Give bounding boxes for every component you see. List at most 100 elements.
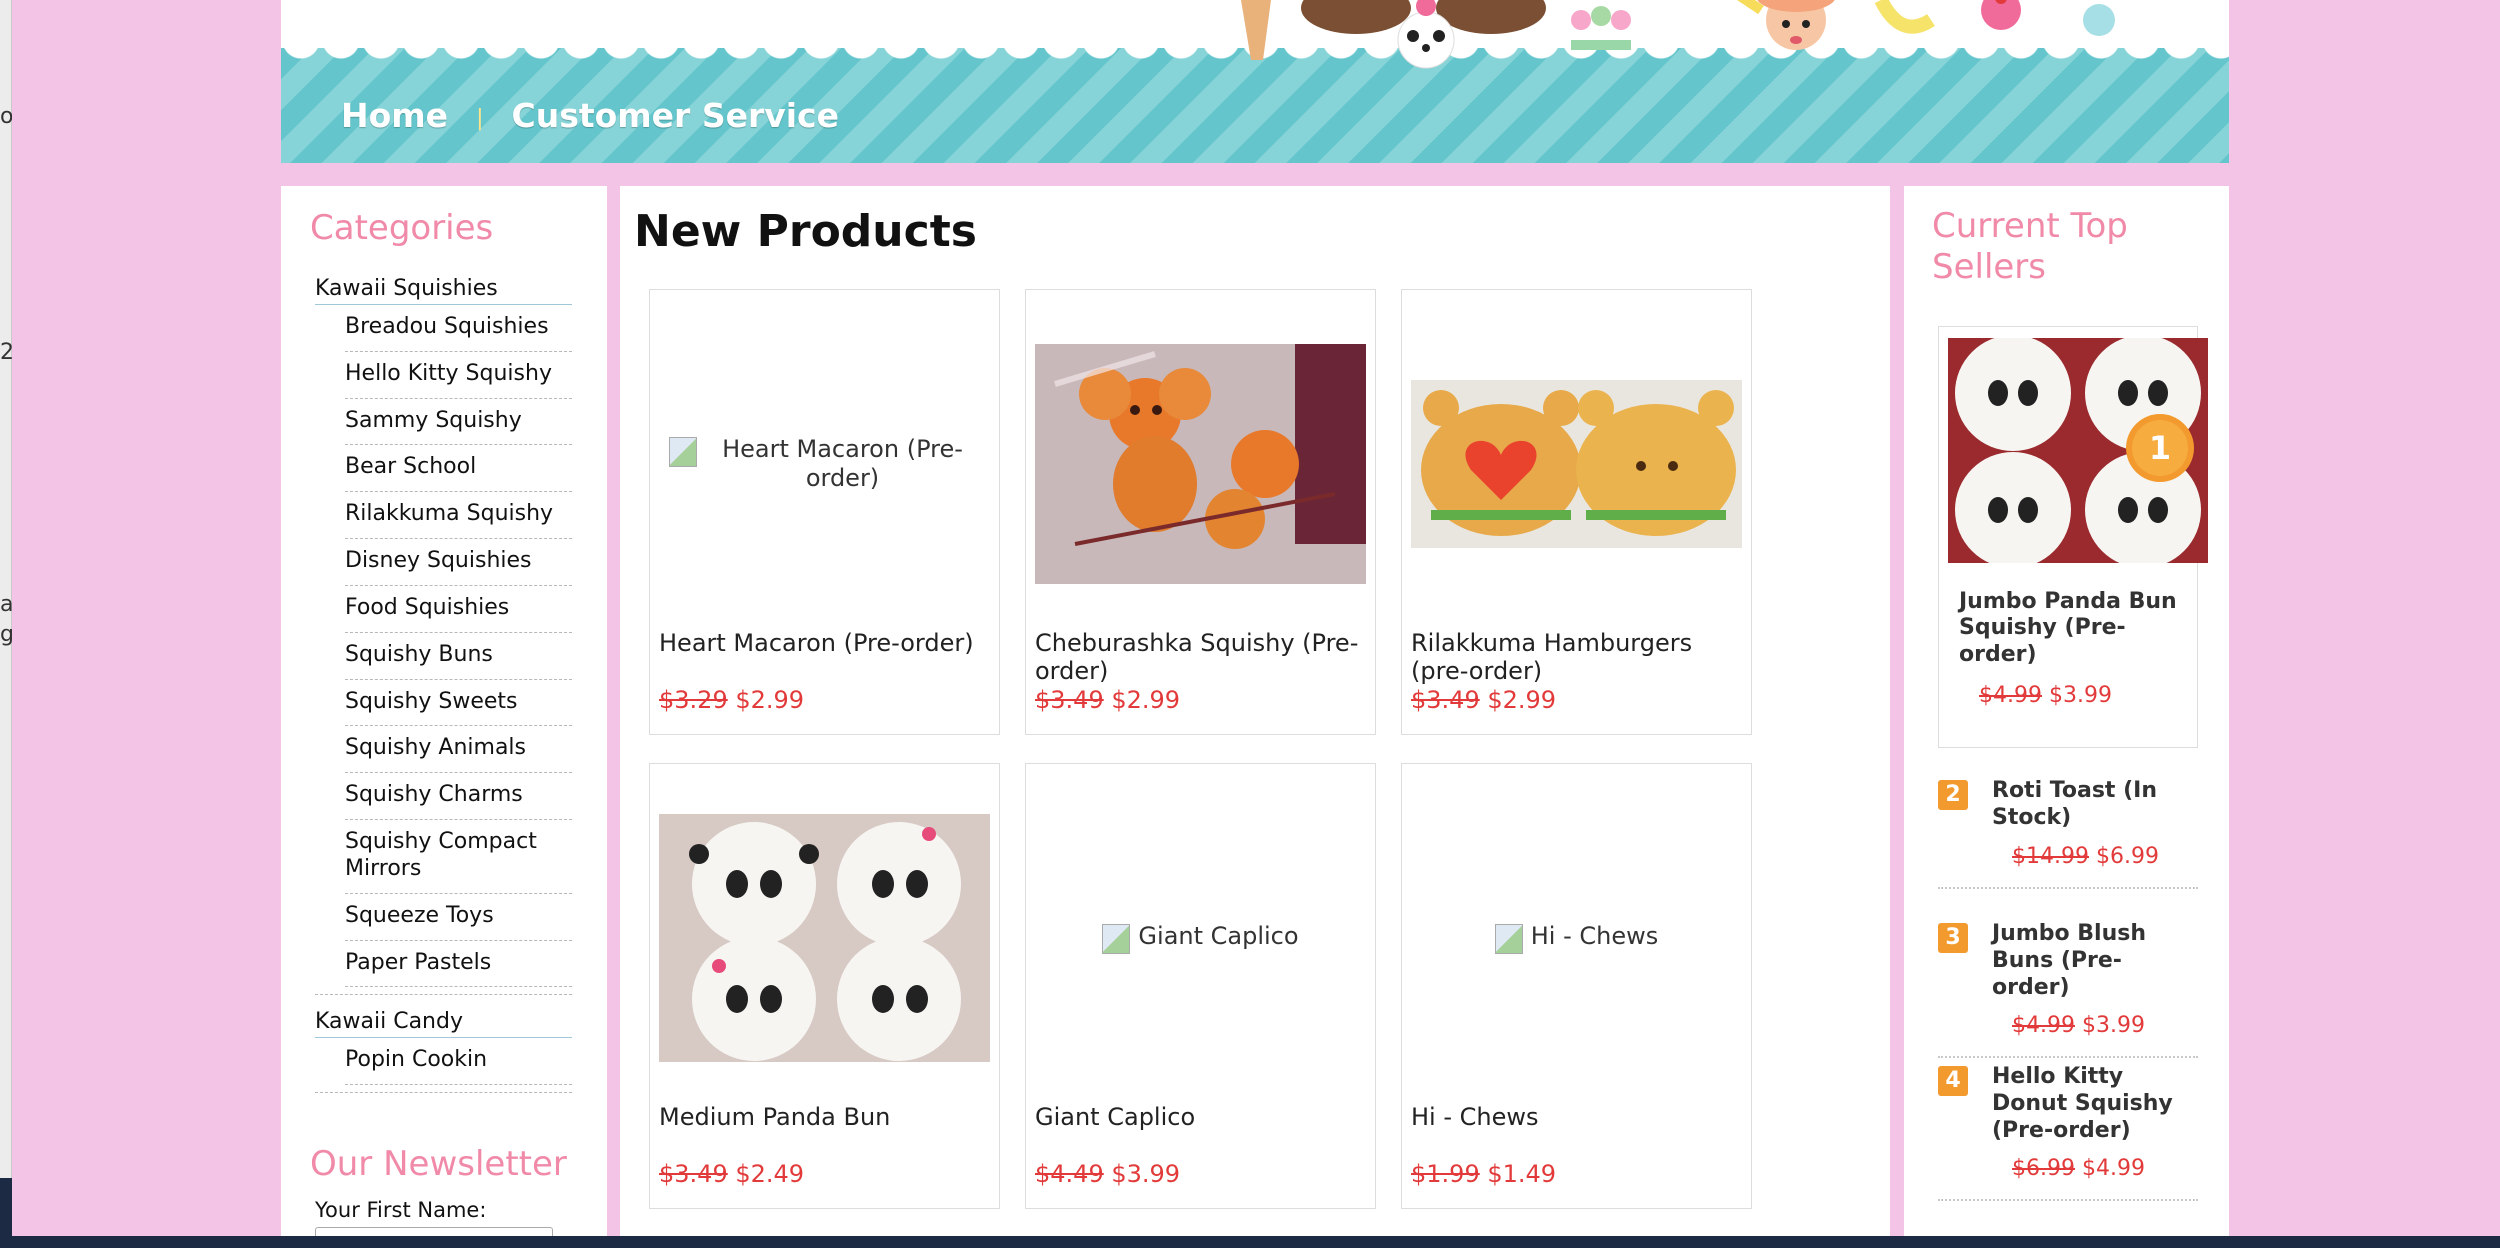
top-seller-price: $4.99 $3.99 xyxy=(2012,1013,2198,1056)
top-seller-item[interactable]: 4 Hello Kitty Donut Squishy (Pre-order) … xyxy=(1938,1064,2198,1202)
nav-home-link[interactable]: Home xyxy=(341,96,448,135)
subcategory-item[interactable]: Popin Cookin xyxy=(345,1038,572,1086)
subcategory-item[interactable]: Food Squishies xyxy=(345,586,572,633)
product-name[interactable]: Giant Caplico xyxy=(1035,1103,1370,1132)
top-seller-item[interactable]: 3 Jumbo Blush Buns (Pre-order) $4.99 $3.… xyxy=(1938,921,2198,1059)
product-image[interactable]: Heart Macaron (Pre-order) xyxy=(659,299,990,629)
sale-price: $3.99 xyxy=(1111,1160,1181,1188)
broken-image-icon xyxy=(1494,924,1523,954)
sale-price: $2.99 xyxy=(1487,686,1557,714)
first-name-label: Your First Name: xyxy=(315,1198,487,1222)
featured-rank: 1 xyxy=(2149,429,2171,467)
sale-price: $3.99 xyxy=(2048,683,2112,708)
cheburashka-photo xyxy=(1035,344,1366,584)
subcategory-item[interactable]: Sammy Squishy xyxy=(345,399,572,446)
subcategory-item[interactable]: Hello Kitty Squishy xyxy=(345,352,572,399)
image-alt-text: Heart Macaron (Pre-order) xyxy=(722,435,963,492)
sale-price: $2.99 xyxy=(735,686,805,714)
blue-treat-icon xyxy=(2083,4,2115,36)
product-image[interactable]: Hi - Chews xyxy=(1411,773,1742,1103)
product-name[interactable]: Medium Panda Bun xyxy=(659,1103,994,1132)
product-name[interactable]: Hi - Chews xyxy=(1411,1103,1746,1132)
strip-text-fragment: o xyxy=(0,104,12,129)
old-price: $4.99 xyxy=(1979,683,2042,708)
top-seller-featured[interactable]: 1 Jumbo Panda Bun Squishy (Pre-order) $4… xyxy=(1938,326,2208,748)
product-card[interactable]: Heart Macaron (Pre-order) Heart Macaron … xyxy=(649,289,1000,735)
product-image[interactable] xyxy=(659,773,990,1103)
product-card[interactable]: Rilakkuma Hamburgers (pre-order) $3.49 $… xyxy=(1401,289,1752,735)
top-seller-name[interactable]: Roti Toast (In Stock) xyxy=(1992,778,2198,832)
panda-photo xyxy=(659,814,990,1062)
product-name[interactable]: Heart Macaron (Pre-order) xyxy=(659,629,994,658)
old-price: $1.99 xyxy=(1411,1160,1480,1188)
sale-price: $3.99 xyxy=(2081,1013,2145,1039)
subcategory-item[interactable]: Disney Squishies xyxy=(345,539,572,586)
old-price: $3.29 xyxy=(659,686,728,714)
product-price: $1.99 $1.49 xyxy=(1411,1160,1556,1188)
subcategory-item[interactable]: Paper Pastels xyxy=(345,941,572,988)
subcategory-item[interactable]: Bear School xyxy=(345,445,572,493)
product-name[interactable]: Cheburashka Squishy (Pre-order) xyxy=(1035,629,1370,685)
top-seller-item[interactable]: 2 Roti Toast (In Stock) $14.99 $6.99 xyxy=(1938,778,2198,889)
broken-image: Heart Macaron (Pre-order) xyxy=(659,435,990,493)
nav-customer-service-link[interactable]: Customer Service xyxy=(511,96,839,135)
new-products-title: New Products xyxy=(634,206,977,257)
strip-text-fragment: 2 xyxy=(0,340,12,365)
banana-icon xyxy=(1874,0,1935,34)
top-seller-name[interactable]: Jumbo Blush Buns (Pre-order) xyxy=(1992,921,2198,1001)
nav-separator: | xyxy=(476,106,484,131)
featured-product-image[interactable]: 1 xyxy=(1948,338,2208,563)
old-price: $3.49 xyxy=(1411,686,1480,714)
site-header: Home | Customer Service xyxy=(281,0,2229,163)
top-sellers-title: Current Top Sellers xyxy=(1932,206,2128,288)
old-price: $4.99 xyxy=(2012,1013,2075,1039)
subcategory-item[interactable]: Squishy Animals xyxy=(345,726,572,774)
old-price: $6.99 xyxy=(2012,1156,2075,1182)
category-kawaii-squishies[interactable]: Kawaii Squishies xyxy=(315,272,572,305)
subcategory-item[interactable]: Breadou Squishies xyxy=(345,305,572,352)
old-price: $14.99 xyxy=(2012,843,2089,869)
rank-badge: 3 xyxy=(1938,923,1968,953)
product-image[interactable] xyxy=(1411,299,1742,629)
category-kawaii-candy[interactable]: Kawaii Candy xyxy=(315,1005,572,1039)
categories-title: Categories xyxy=(310,208,494,248)
product-card[interactable]: Giant Caplico Giant Caplico $4.49 $3.99 xyxy=(1025,763,1376,1209)
rank-badge: 2 xyxy=(1938,780,1968,810)
broken-image-icon xyxy=(1102,924,1131,954)
subcategory-item[interactable]: Squishy Compact Mirrors xyxy=(345,820,572,894)
product-price: $3.29 $2.99 xyxy=(659,686,804,714)
product-image[interactable] xyxy=(1035,299,1366,629)
pink-cupcake-icon xyxy=(1981,0,2021,30)
main-nav: Home | Customer Service xyxy=(341,96,839,135)
subcategory-item[interactable]: Rilakkuma Squishy xyxy=(345,492,572,540)
product-card[interactable]: Medium Panda Bun $3.49 $2.49 xyxy=(649,763,1000,1209)
girl-character-icon xyxy=(1736,0,1835,50)
strip-dark-region xyxy=(0,1178,12,1238)
product-card[interactable]: Hi - Chews Hi - Chews $1.99 $1.49 xyxy=(1401,763,1752,1209)
product-image[interactable]: Giant Caplico xyxy=(1035,773,1366,1103)
product-price: $3.49 $2.99 xyxy=(1411,686,1556,714)
subcategory-item[interactable]: Squishy Charms xyxy=(345,773,572,821)
subcategory-item[interactable]: Squishy Buns xyxy=(345,633,572,680)
ice-cream-icon xyxy=(1241,0,1271,60)
strip-text-fragment: a xyxy=(0,592,12,617)
image-alt-text: Hi - Chews xyxy=(1530,922,1659,950)
broken-image: Hi - Chews xyxy=(1485,922,1669,954)
sale-price: $6.99 xyxy=(2095,843,2159,869)
new-products-section: New Products Heart Macaron (Pre-order) H… xyxy=(620,186,1890,1248)
cupcakes-icon xyxy=(1571,6,1631,50)
featured-product-name[interactable]: Jumbo Panda Bun Squishy (Pre-order) xyxy=(1959,589,2189,668)
image-alt-text: Giant Caplico xyxy=(1138,922,1299,950)
categories-sidebar: Categories Kawaii Squishies Breadou Squi… xyxy=(281,186,607,1248)
product-card[interactable]: Cheburashka Squishy (Pre-order) $3.49 $2… xyxy=(1025,289,1376,735)
category-divider xyxy=(315,1085,572,1094)
rank-badge: 4 xyxy=(1938,1066,1968,1096)
product-price: $3.49 $2.49 xyxy=(659,1160,804,1188)
broken-image-icon xyxy=(669,437,697,468)
sale-price: $2.49 xyxy=(735,1160,805,1188)
top-seller-name[interactable]: Hello Kitty Donut Squishy (Pre-order) xyxy=(1992,1064,2198,1144)
product-name[interactable]: Rilakkuma Hamburgers (pre-order) xyxy=(1411,629,1746,685)
subcategory-item[interactable]: Squeeze Toys xyxy=(345,894,572,941)
subcategory-item[interactable]: Squishy Sweets xyxy=(345,680,572,727)
category-divider xyxy=(315,987,572,996)
